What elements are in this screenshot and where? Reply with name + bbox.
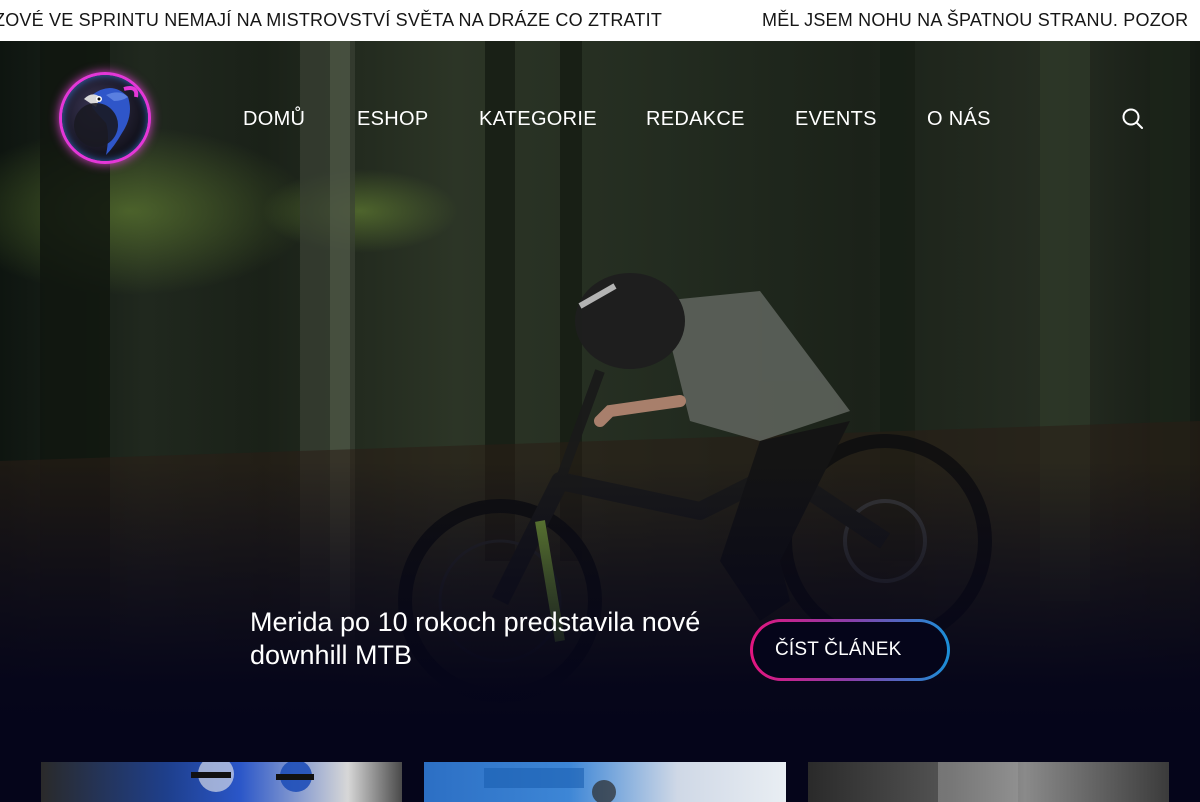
read-article-button[interactable]: ČÍST ČLÁNEK (750, 619, 950, 681)
search-icon (1122, 108, 1143, 129)
ticker-item[interactable]: MĚL JSEM NOHU NA ŠPATNOU STRANU. POZOR (762, 10, 1188, 31)
article-card-image (191, 762, 314, 792)
article-card[interactable] (424, 762, 786, 802)
nav-item-eshop[interactable]: ESHOP (357, 108, 429, 131)
search-button[interactable] (1120, 106, 1146, 132)
read-article-label: ČÍST ČLÁNEK (753, 622, 947, 678)
hero-gradient-overlay (0, 461, 1200, 721)
article-headline[interactable]: Merida po 10 rokoch predstavila nové dow… (250, 606, 740, 672)
news-ticker: ZOVÉ VE SPRINTU NEMAJÍ NA MISTROVSTVÍ SV… (0, 0, 1200, 42)
nav-item-domu[interactable]: DOMŮ (243, 108, 305, 131)
nav-item-events[interactable]: EVENTS (795, 108, 877, 131)
article-card-image (484, 768, 616, 802)
article-card[interactable] (41, 762, 402, 802)
nav-item-o-nas[interactable]: O NÁS (927, 108, 991, 131)
nav-item-redakce[interactable]: REDAKCE (646, 108, 745, 131)
ticker-item[interactable]: ZOVÉ VE SPRINTU NEMAJÍ NA MISTROVSTVÍ SV… (0, 10, 662, 31)
nav-item-kategorie[interactable]: KATEGORIE (479, 108, 597, 131)
article-card[interactable] (808, 762, 1169, 802)
main-nav: DOMŮ ESHOP KATEGORIE REDAKCE EVENTS O NÁ… (0, 108, 1200, 132)
article-card-image (938, 762, 1018, 802)
